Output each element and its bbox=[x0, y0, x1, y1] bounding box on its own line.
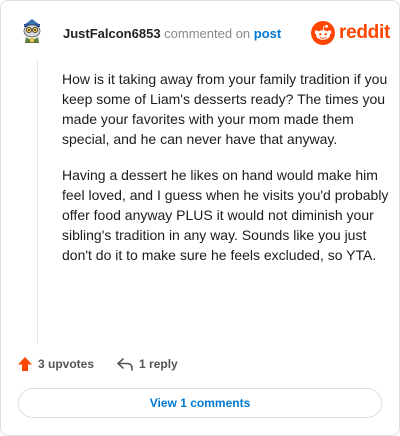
snoo-avatar-icon bbox=[23, 19, 41, 43]
upvote-button[interactable]: 3 upvotes bbox=[17, 356, 94, 372]
post-link[interactable]: post bbox=[254, 26, 281, 41]
comment-actions: 3 upvotes 1 reply bbox=[17, 355, 178, 373]
reddit-wordmark: reddit bbox=[339, 22, 390, 43]
user-avatar[interactable] bbox=[18, 16, 46, 44]
reply-button[interactable]: 1 reply bbox=[116, 356, 178, 372]
reply-count: 1 reply bbox=[139, 357, 178, 371]
reddit-logo-icon bbox=[311, 21, 335, 45]
view-comments-button[interactable]: View 1 comments bbox=[18, 388, 382, 418]
comment-body: How is it taking away from your family t… bbox=[62, 69, 392, 265]
comment-paragraph-2: Having a dessert he likes on hand would … bbox=[62, 167, 389, 263]
comment-paragraph-1: How is it taking away from your family t… bbox=[62, 71, 388, 147]
reply-arrow-icon bbox=[117, 358, 133, 371]
thread-line[interactable] bbox=[37, 61, 38, 344]
username[interactable]: JustFalcon6853 bbox=[63, 26, 161, 41]
action-text: commented on bbox=[164, 26, 251, 41]
comment-header: JustFalcon6853 commented on post bbox=[63, 27, 281, 41]
upvote-count: 3 upvotes bbox=[38, 357, 95, 371]
upvote-arrow-icon bbox=[18, 357, 32, 371]
reddit-logo[interactable]: reddit bbox=[311, 21, 390, 45]
comment-card: JustFalcon6853 commented on post reddit … bbox=[0, 0, 400, 436]
